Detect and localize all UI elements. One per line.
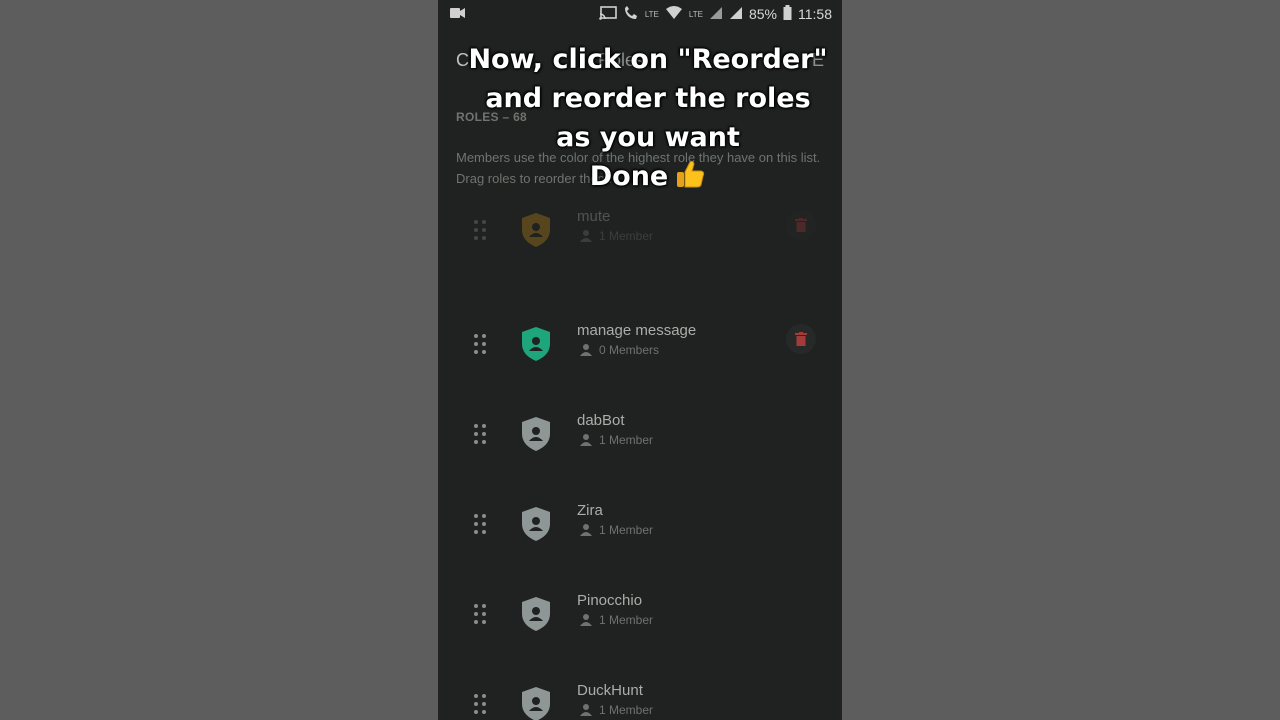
role-row[interactable]: Pinocchio 1 Member [438,590,842,660]
person-icon [580,614,592,626]
video-camera-icon [450,6,466,22]
trash-icon [795,332,807,349]
role-member-count: 1 Member [599,523,654,537]
role-row[interactable]: DuckHunt 1 Member [438,680,842,720]
battery-icon [783,5,792,23]
drag-handle-icon[interactable] [474,604,490,628]
tutorial-caption: Now, click on "Reorder" and reorder the … [438,40,858,196]
drag-handle-icon[interactable] [474,424,490,448]
role-name: manage message [577,322,697,339]
thumbs-up-icon [677,160,705,188]
role-row[interactable]: mute 1 Member [438,206,842,276]
drag-handle-icon[interactable] [474,694,490,718]
signal2-icon [729,6,743,23]
delete-role-button[interactable] [786,324,816,354]
delete-role-button[interactable] [786,210,816,240]
person-icon [580,434,592,446]
caption-line-1: Now, click on "Reorder" [468,44,828,75]
wifi-icon [665,5,683,23]
caption-line-4: Done [438,157,858,196]
caption-line-3: as you want [556,122,740,153]
role-shield-icon [522,687,550,720]
clock: 11:58 [798,6,832,22]
status-bar: LTE LTE 85% 11:58 [438,0,842,28]
role-member-count: 1 Member [599,703,654,717]
role-name: mute [577,208,611,225]
lte2-label: LTE [688,9,703,19]
role-name: dabBot [577,412,625,429]
cast-icon [599,5,617,23]
drag-handle-icon[interactable] [474,220,490,244]
role-member-count: 0 Members [599,343,660,357]
trash-icon [795,218,807,235]
role-shield-icon [522,507,550,541]
person-icon [580,344,592,356]
drag-handle-icon[interactable] [474,334,490,358]
role-member-count: 1 Member [599,433,654,447]
letterbox-left [0,0,438,720]
call-lte-icon [623,5,639,23]
role-member-count: 1 Member [599,229,654,243]
role-name: Zira [577,502,603,519]
role-row[interactable]: manage message 0 Members [438,320,842,390]
signal-icon [709,6,723,23]
letterbox-right [842,0,1280,720]
battery-percent: 85% [748,6,777,22]
role-member-count: 1 Member [599,613,654,627]
role-shield-icon [522,327,550,361]
role-row[interactable]: Zira 1 Member [438,500,842,570]
drag-handle-icon[interactable] [474,514,490,538]
lte-label: LTE [644,9,659,19]
person-icon [580,230,592,242]
caption-done: Done [589,161,669,192]
caption-line-2: and reorder the roles [485,83,811,114]
person-icon [580,704,592,716]
role-name: Pinocchio [577,592,643,609]
person-icon [580,524,592,536]
role-shield-icon [522,417,550,451]
role-row[interactable]: dabBot 1 Member [438,410,842,480]
role-name: DuckHunt [577,682,643,699]
role-shield-icon [522,213,550,247]
role-shield-icon [522,597,550,631]
